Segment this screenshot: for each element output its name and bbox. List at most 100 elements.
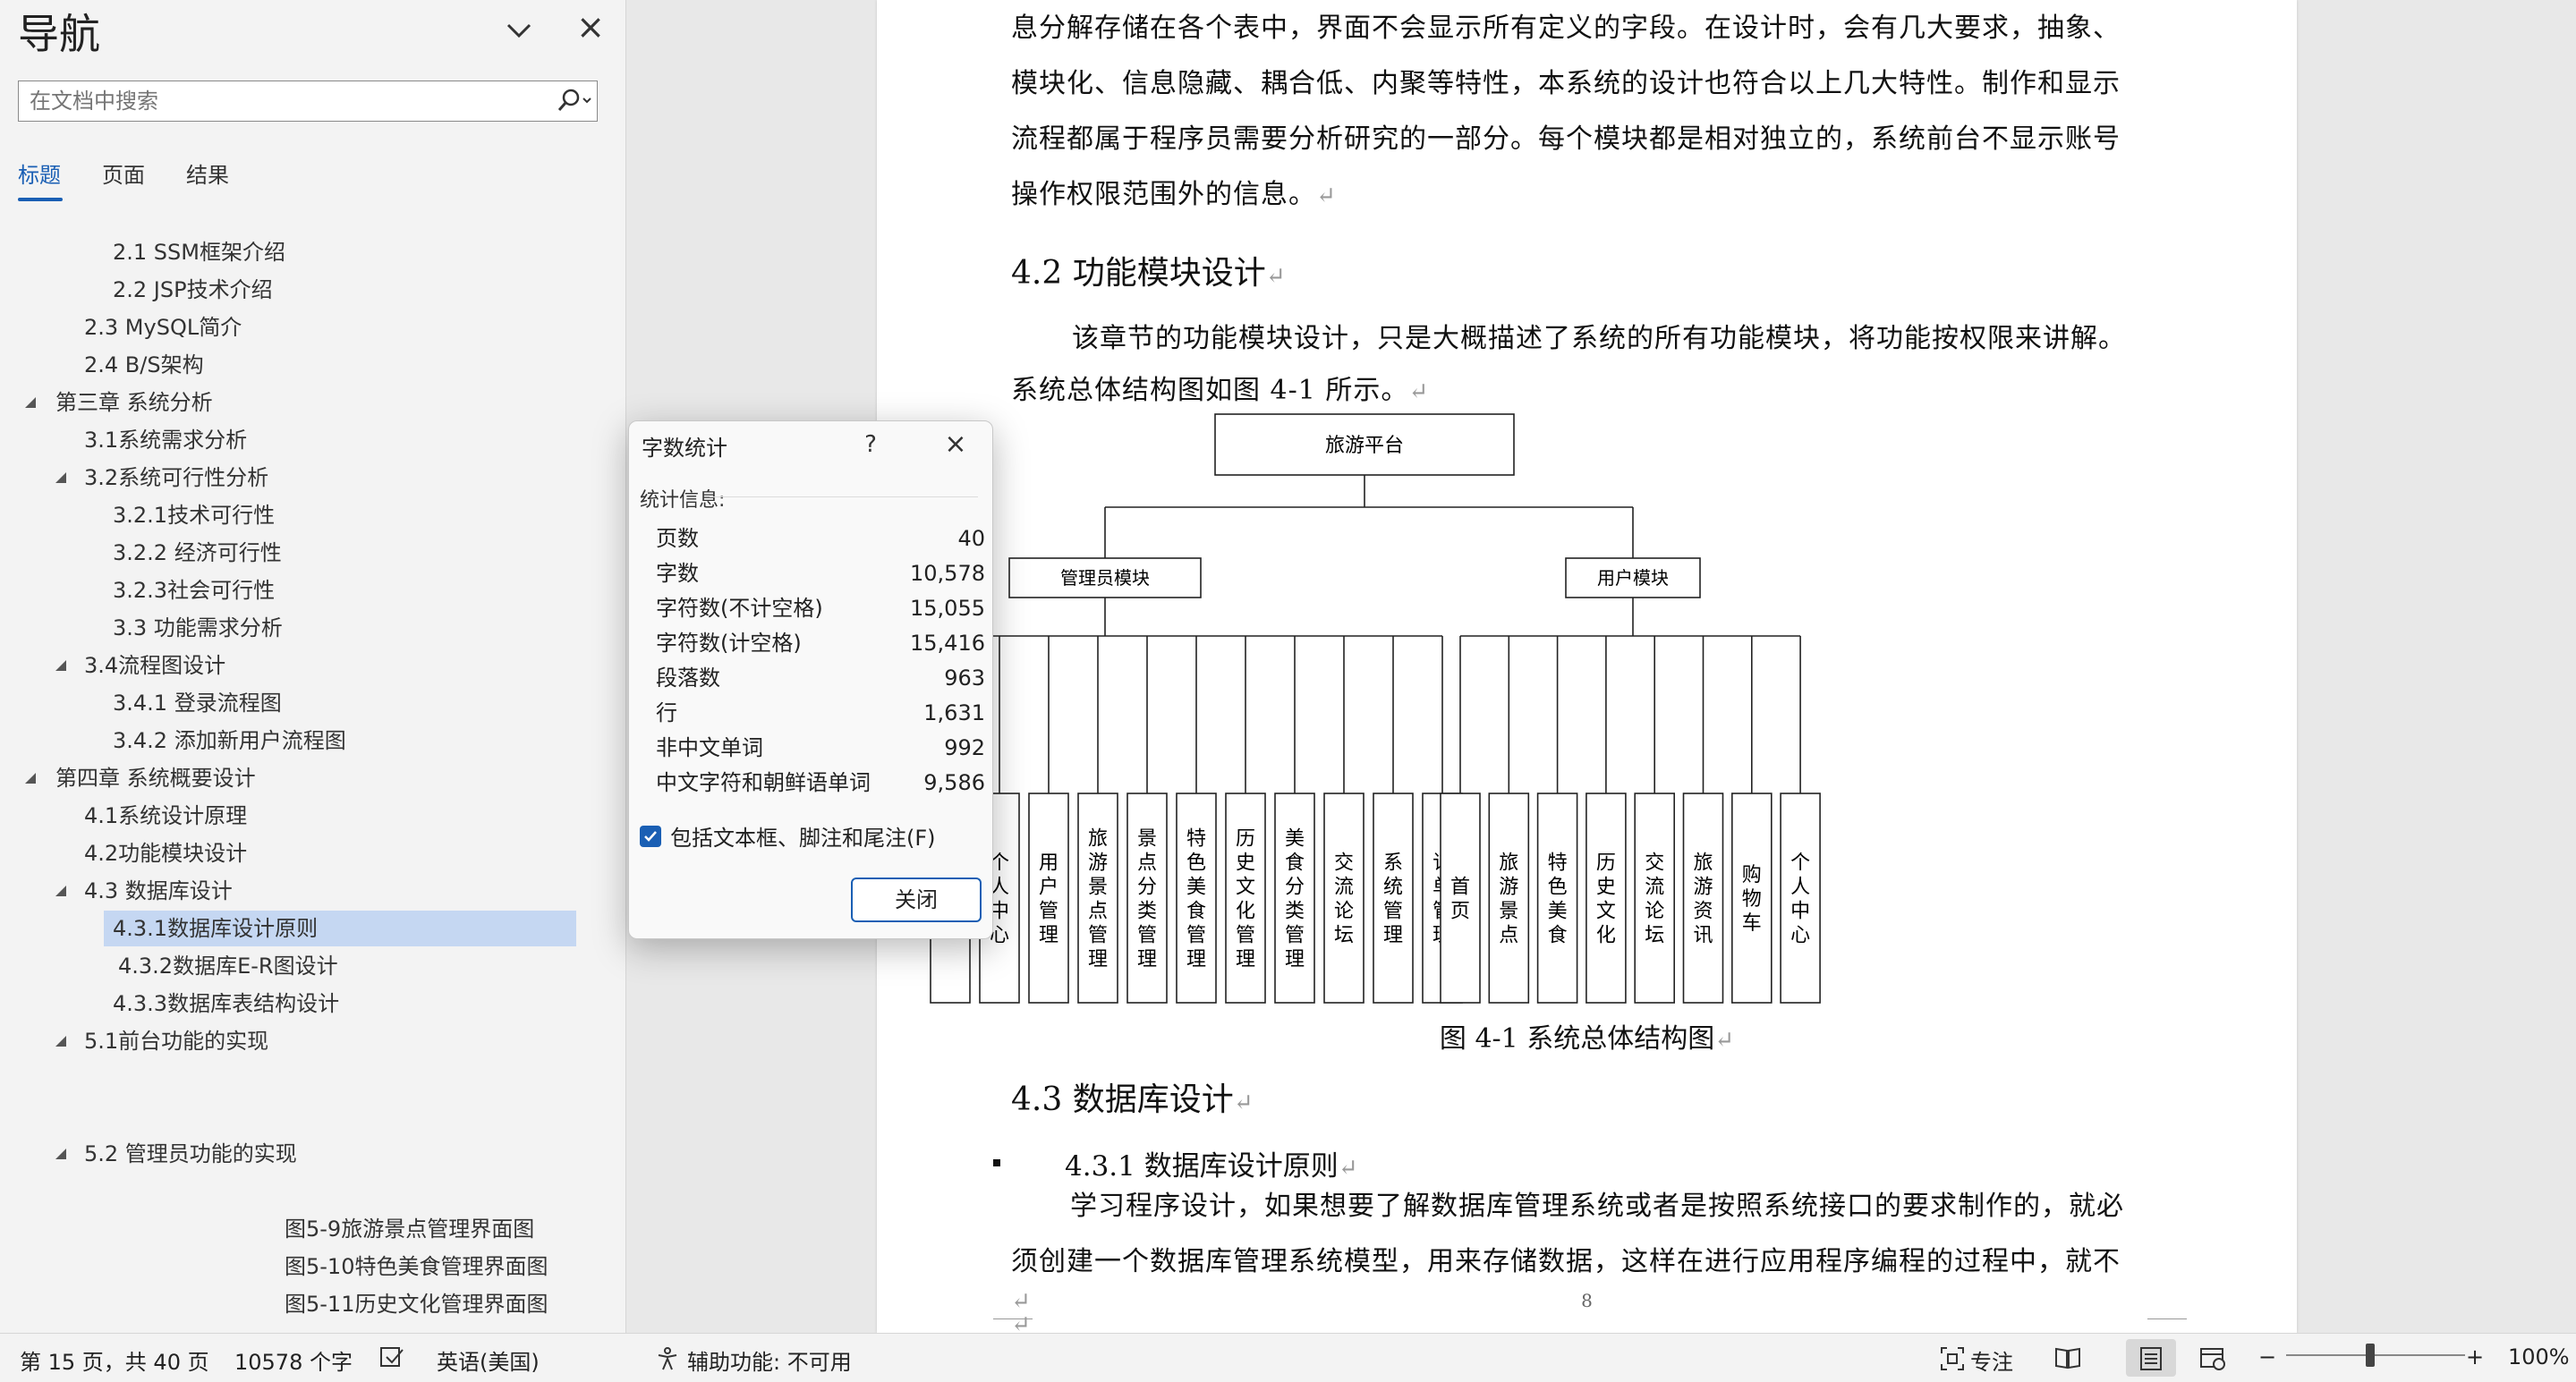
nav-heading-item[interactable]: 3.1系统需求分析	[84, 422, 247, 458]
nav-heading-item[interactable]: 4.3.2数据库E-R图设计	[118, 948, 338, 984]
stat-row-paragraphs: 段落数 963	[656, 661, 985, 695]
admin-leaf-char: 管	[1285, 925, 1305, 947]
user-leaf-char: 首	[1450, 877, 1470, 899]
focus-button[interactable]: 专注	[1970, 1344, 2013, 1376]
nav-search-box[interactable]	[18, 81, 598, 122]
expand-triangle-icon[interactable]	[55, 1036, 66, 1047]
page-info[interactable]: 第 15 页，共 40 页	[20, 1344, 209, 1376]
admin-leaf-char: 户	[1039, 877, 1058, 899]
zoom-slider-track[interactable]	[2286, 1354, 2465, 1356]
admin-leaf-char: 交	[1334, 852, 1354, 875]
nav-heading-item[interactable]: 3.2.2 经济可行性	[113, 535, 282, 571]
admin-leaf-char: 食	[1285, 852, 1305, 875]
admin-leaf-char: 食	[1186, 901, 1206, 923]
admin-leaf-char: 化	[1236, 901, 1255, 923]
accessibility-icon[interactable]	[655, 1346, 680, 1377]
expand-triangle-icon[interactable]	[25, 773, 36, 784]
web-layout-icon[interactable]	[2199, 1346, 2226, 1377]
admin-leaf-char: 特	[1186, 828, 1206, 851]
diagram-admin-module-label: 管理员模块	[1060, 567, 1150, 589]
read-mode-icon[interactable]	[2054, 1346, 2081, 1375]
nav-heading-item[interactable]: 4.2功能模块设计	[84, 835, 247, 871]
heading-text: 4.3 数据库设计	[1011, 1081, 1234, 1118]
stat-label: 字符数(不计空格)	[656, 596, 823, 621]
section-divider	[710, 496, 978, 497]
user-leaf-char: 流	[1645, 877, 1664, 899]
nav-heading-item[interactable]: 2.4 B/S架构	[84, 347, 204, 383]
admin-leaf-char: 理	[1039, 925, 1058, 947]
nav-heading-item[interactable]: 第三章 系统分析	[25, 385, 562, 420]
margin-marker	[993, 1318, 1033, 1319]
print-layout-button[interactable]	[2126, 1339, 2176, 1377]
zoom-in-button[interactable]: +	[2466, 1344, 2484, 1369]
user-leaf-char: 旅	[1693, 852, 1713, 875]
user-leaf-char: 交	[1645, 852, 1664, 875]
nav-heading-item[interactable]: 3.3 功能需求分析	[113, 610, 283, 646]
focus-icon[interactable]	[1940, 1346, 1965, 1377]
nav-heading-item[interactable]: 2.2 JSP技术介绍	[113, 272, 273, 308]
accessibility-status[interactable]: 辅助功能: 不可用	[687, 1344, 852, 1376]
stat-row-non-chinese-words: 非中文单词 992	[656, 731, 985, 765]
expand-triangle-icon[interactable]	[55, 1149, 66, 1159]
word-count-dialog[interactable]: 字数统计 ? × 统计信息: 页数 40 字数 10,578 字符数(不计空格) 15…	[628, 420, 993, 939]
nav-heading-item[interactable]: 3.4.2 添加新用户流程图	[113, 723, 346, 759]
chevron-down-icon[interactable]	[501, 13, 537, 48]
proofing-icon[interactable]	[379, 1346, 404, 1375]
zoom-slider-thumb[interactable]	[2366, 1344, 2375, 1367]
user-leaf-char: 游	[1499, 877, 1518, 899]
admin-leaf-char: 流	[1334, 877, 1354, 899]
paragraph-mark-icon: ↵	[1338, 1155, 1358, 1182]
word-app: 导航 × 标题 页面 结果 2.1 SSM框架介绍 2.2 JSP技术介绍 2.…	[0, 0, 2576, 1382]
admin-leaf-char: 点	[1137, 852, 1157, 875]
nav-search-input[interactable]	[19, 81, 548, 121]
nav-heading-item[interactable]: 4.1系统设计原理	[84, 798, 247, 834]
nav-heading-item[interactable]: 3.4.1 登录流程图	[113, 685, 282, 721]
admin-leaf-char: 文	[1236, 877, 1255, 899]
nav-heading-item[interactable]: 图5-10特色美食管理界面图	[285, 1249, 548, 1284]
search-icon[interactable]	[548, 81, 597, 121]
language-status[interactable]: 英语(美国)	[437, 1344, 540, 1376]
tab-pages[interactable]: 页面	[102, 157, 145, 201]
tab-headings[interactable]: 标题	[18, 157, 63, 201]
nav-heading-item[interactable]: 图5-11历史文化管理界面图	[285, 1286, 548, 1322]
nav-heading-item[interactable]: 第四章 系统概要设计	[25, 760, 562, 796]
tab-results[interactable]: 结果	[186, 157, 229, 201]
zoom-level[interactable]: 100%	[2508, 1344, 2570, 1369]
user-leaf-char: 色	[1548, 877, 1568, 899]
help-button[interactable]: ?	[853, 427, 888, 462]
stat-value: 15,055	[910, 596, 985, 621]
include-textboxes-checkbox[interactable]: 包括文本框、脚注和尾注(F)	[640, 820, 936, 852]
expand-triangle-icon[interactable]	[55, 660, 66, 671]
user-leaf-char: 历	[1596, 852, 1616, 875]
user-leaf-char: 美	[1548, 901, 1568, 923]
close-icon[interactable]: ×	[573, 9, 608, 45]
expand-triangle-icon[interactable]	[55, 886, 66, 896]
dialog-close-icon[interactable]: ×	[933, 427, 978, 462]
nav-heading-item[interactable]: 5.2 管理员功能的实现	[55, 1136, 592, 1172]
nav-heading-item[interactable]: 5.1前台功能的实现	[55, 1023, 592, 1059]
stat-value: 992	[944, 735, 985, 760]
heading-text: 4.3.1 数据库设计原则	[1065, 1150, 1339, 1183]
nav-heading-item[interactable]: 2.1 SSM框架介绍	[113, 234, 285, 270]
nav-heading-item-selected[interactable]: 4.3.1数据库设计原则	[104, 911, 576, 946]
nav-heading-item[interactable]: 4.3 数据库设计	[55, 873, 592, 909]
admin-leaf-char: 类	[1285, 901, 1305, 923]
document-page[interactable]: 息分解存储在各个表中，界面不会显示所有定义的字段。在设计时，会有几大要求，抽象、…	[877, 0, 2297, 1338]
nav-heading-item[interactable]: 2.3 MySQL简介	[84, 309, 242, 345]
word-count-status[interactable]: 10578 个字	[234, 1344, 353, 1376]
admin-leaf-char: 统	[1383, 877, 1403, 899]
nav-heading-item[interactable]: 3.2.3社会可行性	[113, 572, 275, 608]
nav-heading-item[interactable]: 3.2.1技术可行性	[113, 497, 275, 533]
expand-triangle-icon[interactable]	[25, 397, 36, 408]
nav-heading-item[interactable]: 4.3.3数据库表结构设计	[113, 986, 339, 1022]
zoom-out-button[interactable]: −	[2258, 1344, 2276, 1369]
nav-heading-item[interactable]: 3.4流程图设计	[55, 648, 592, 683]
checkbox-label[interactable]: 包括文本框、脚注和尾注(F)	[670, 820, 936, 852]
nav-heading-item[interactable]: 图5-9旅游景点管理界面图	[285, 1211, 534, 1247]
expand-triangle-icon[interactable]	[55, 472, 66, 483]
close-button[interactable]: 关闭	[851, 878, 982, 922]
admin-leaf-char: 用	[1039, 852, 1058, 875]
nav-heading-item[interactable]: 3.2系统可行性分析	[55, 460, 592, 496]
print-layout-icon[interactable]	[2139, 1346, 2163, 1371]
checkbox-checked-icon[interactable]	[640, 825, 661, 847]
